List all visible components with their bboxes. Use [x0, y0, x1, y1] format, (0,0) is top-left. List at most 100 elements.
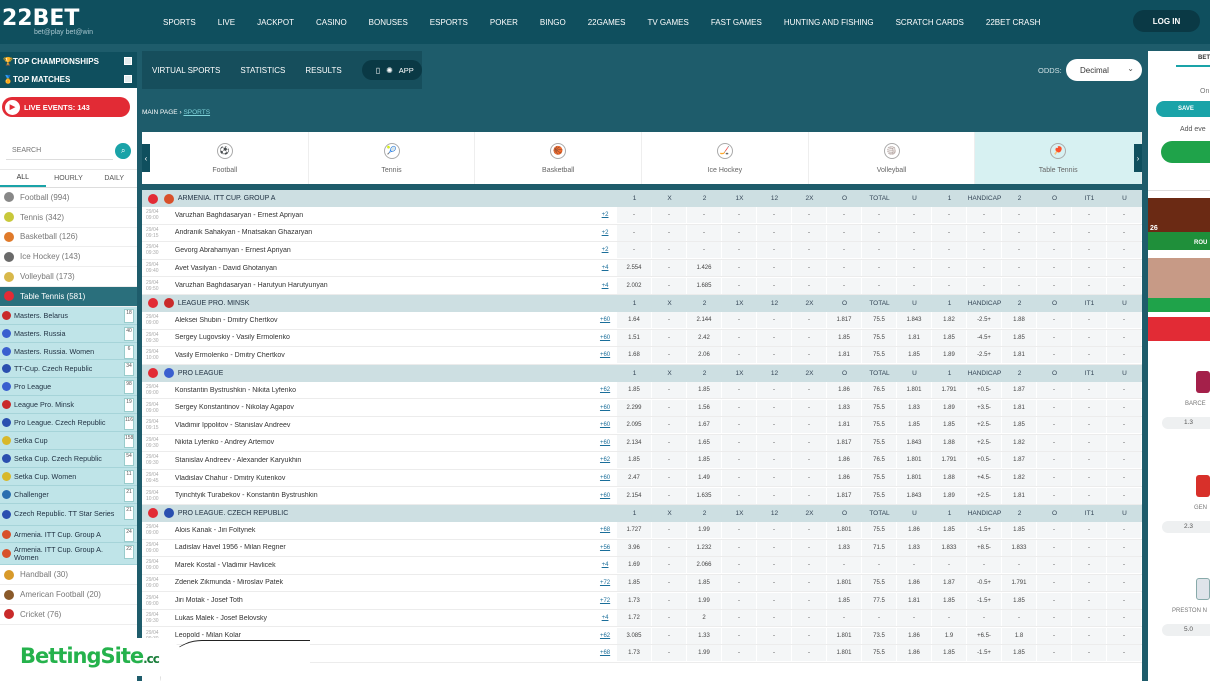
event-row[interactable]: 29/04 09:00 Konstantin Bystrushkin - Niki… — [142, 382, 1142, 400]
odd-cell[interactable]: 1.49 — [686, 470, 722, 487]
event-row[interactable]: 29/04 09:40 Avet Vasilyan - David Ghotany… — [142, 260, 1142, 278]
odd-cell[interactable]: 1.817 — [826, 434, 862, 451]
odd-cell[interactable]: 75.5 — [861, 645, 897, 662]
odd-cell[interactable]: 71.5 — [861, 539, 897, 556]
odd-cell[interactable]: 1.86 — [826, 470, 862, 487]
event-teams[interactable]: Aleksei Shubin - Dmitry Chertkov — [172, 317, 593, 324]
odd-cell[interactable]: 1.801 — [896, 382, 932, 399]
event-teams[interactable]: Varuzhan Baghdasaryan - Harutyun Harutyu… — [172, 282, 593, 289]
odd-button[interactable]: 5.0 — [1162, 624, 1210, 636]
more-markets-link[interactable]: +60 — [593, 405, 617, 411]
event-row[interactable]: 29/04 09:15 Vladimir Ippolitov - Stanisla… — [142, 417, 1142, 435]
odd-cell[interactable]: +8.5- — [966, 539, 1002, 556]
odd-cell[interactable]: 1.68 — [616, 347, 652, 364]
league-item[interactable]: TT-Cup. Czech Republic 34 — [0, 360, 137, 379]
event-row[interactable]: 29/04 09:45 Vladislav Chahur - Dmitry Kut… — [142, 470, 1142, 488]
odd-cell[interactable]: 2.42 — [686, 329, 722, 346]
sub-nav-item[interactable]: RESULTS — [295, 66, 351, 75]
odd-cell[interactable]: 1.85 — [1001, 522, 1037, 539]
event-row[interactable]: 29/04 09:50 Varuzhan Baghdasaryan - Harut… — [142, 277, 1142, 295]
odd-cell[interactable]: +0.5- — [966, 452, 1002, 469]
search-input[interactable] — [6, 141, 114, 160]
league-count[interactable]: 11 — [124, 469, 134, 484]
odd-cell[interactable]: 1.99 — [686, 522, 722, 539]
event-teams[interactable]: Vladimir Ippolitov - Stanislav Andreev — [172, 422, 593, 429]
league-item[interactable]: Masters. Belarus 18 — [0, 306, 137, 325]
carousel-next-icon[interactable]: › — [1134, 144, 1142, 172]
nav-item[interactable]: LIVE — [207, 18, 246, 27]
more-markets-link[interactable]: +60 — [593, 352, 617, 358]
more-markets-link[interactable]: +72 — [593, 580, 617, 586]
odd-cell[interactable]: 1.8 — [1001, 627, 1037, 644]
odd-cell[interactable]: 1.85 — [931, 329, 967, 346]
odd-cell[interactable]: 1.82 — [1001, 434, 1037, 451]
odd-cell[interactable]: 1.843 — [896, 487, 932, 504]
odd-cell[interactable]: 1.685 — [686, 277, 722, 294]
event-teams[interactable]: Stanislav Andreev - Alexander Karyukhin — [172, 457, 593, 464]
odd-cell[interactable]: 76.5 — [861, 382, 897, 399]
odd-cell[interactable]: 1.73 — [616, 645, 652, 662]
odd-cell[interactable]: 1.81 — [896, 592, 932, 609]
odd-cell[interactable]: 1.86 — [826, 452, 862, 469]
odd-cell[interactable]: 1.82 — [931, 312, 967, 329]
league-item[interactable]: Masters. Russia 40 — [0, 324, 137, 343]
odd-cell[interactable]: 1.56 — [686, 399, 722, 416]
bet-slip-tab[interactable]: BET — [1176, 51, 1210, 67]
sport-item[interactable]: Ice Hockey (143) — [0, 247, 137, 268]
odd-cell[interactable]: 1.791 — [931, 382, 967, 399]
odd-cell[interactable]: 1.817 — [826, 312, 862, 329]
event-teams[interactable]: Jiri Motak - Josef Toth — [172, 597, 593, 604]
odd-cell[interactable]: -2.5+ — [966, 312, 1002, 329]
event-row[interactable]: 29/04 09:00 Sergey Konstantinov - Nikolay… — [142, 399, 1142, 417]
odd-cell[interactable]: 1.88 — [1001, 312, 1037, 329]
odd-cell[interactable]: 2.06 — [686, 347, 722, 364]
breadcrumb-current[interactable]: SPORTS — [183, 109, 210, 116]
odd-cell[interactable]: 1.801 — [896, 470, 932, 487]
league-item[interactable]: Masters. Russia. Women 6 — [0, 342, 137, 361]
odd-cell[interactable]: 1.426 — [686, 260, 722, 277]
odd-cell[interactable]: 1.73 — [616, 592, 652, 609]
tab-daily[interactable]: DAILY — [91, 170, 137, 187]
event-teams[interactable]: Vasily Ermolenko - Dmitry Chertkov — [172, 352, 593, 359]
event-row[interactable]: 29/04 09:00 Aleksei Shubin - Dmitry Chert… — [142, 312, 1142, 330]
event-teams[interactable]: Avet Vasilyan - David Ghotanyan — [172, 265, 593, 272]
sport-item[interactable]: Handball (30) — [0, 565, 137, 586]
odd-cell[interactable]: -0.5+ — [966, 574, 1002, 591]
event-teams[interactable]: Gevorg Abrahamyan - Ernest Apriyan — [172, 247, 593, 254]
event-row[interactable]: 29/04 09:00 Varuzhan Baghdasaryan - Ernes… — [142, 207, 1142, 225]
odd-cell[interactable]: -4.5+ — [966, 329, 1002, 346]
league-item[interactable]: League Pro. Minsk 19 — [0, 396, 137, 415]
odd-cell[interactable]: 1.843 — [896, 312, 932, 329]
more-markets-link[interactable]: +62 — [593, 633, 617, 639]
odd-cell[interactable]: 1.85 — [1001, 329, 1037, 346]
event-teams[interactable]: Marek Kostal - Vladimir Havlicek — [172, 562, 593, 569]
odd-cell[interactable]: 1.83 — [896, 399, 932, 416]
event-row[interactable]: 29/04 09:30 Nikita Lyfenko - Andrey Artem… — [142, 434, 1142, 453]
odd-cell[interactable]: 1.81 — [826, 417, 862, 434]
event-teams[interactable]: Ladislav Havel 1956 - Milan Regner — [172, 544, 593, 551]
red-banner[interactable] — [1148, 317, 1210, 341]
odd-cell[interactable]: 1.801 — [826, 627, 862, 644]
odd-cell[interactable]: 75.5 — [861, 347, 897, 364]
league-count[interactable]: 19 — [124, 398, 134, 413]
odd-cell[interactable]: 1.85 — [931, 417, 967, 434]
more-markets-link[interactable]: +2 — [593, 230, 617, 236]
odd-cell[interactable]: 1.85 — [686, 574, 722, 591]
live-events-button[interactable]: ▶ LIVE EVENTS: 143 — [2, 97, 130, 117]
event-row[interactable]: 29/04 09:00 Ladislav Havel 1956 - Milan R… — [142, 539, 1142, 558]
odd-cell[interactable]: 75.5 — [861, 399, 897, 416]
league-count[interactable]: 24 — [124, 527, 134, 542]
odd-cell[interactable]: 1.801 — [826, 645, 862, 662]
top-championships[interactable]: 🏆 TOP CHAMPIONSHIPS — [0, 52, 137, 70]
odd-cell[interactable]: 1.85 — [931, 522, 967, 539]
sport-item[interactable]: Volleyball (173) — [0, 267, 137, 287]
odd-cell[interactable]: -1.5+ — [966, 592, 1002, 609]
odd-cell[interactable]: 1.801 — [896, 452, 932, 469]
nav-item[interactable]: 22BET CRASH — [975, 18, 1052, 27]
odd-cell[interactable]: 1.85 — [616, 452, 652, 469]
odd-cell[interactable]: 1.86 — [896, 574, 932, 591]
more-markets-link[interactable]: +68 — [593, 650, 617, 656]
odd-cell[interactable]: 2.47 — [616, 470, 652, 487]
league-header[interactable]: PRO LEAGUE 1 X 2 1X 12 2X O TOTAL U 1 HANDICAP 2 O IT1… — [142, 364, 1142, 382]
nav-item[interactable]: POKER — [479, 18, 529, 27]
